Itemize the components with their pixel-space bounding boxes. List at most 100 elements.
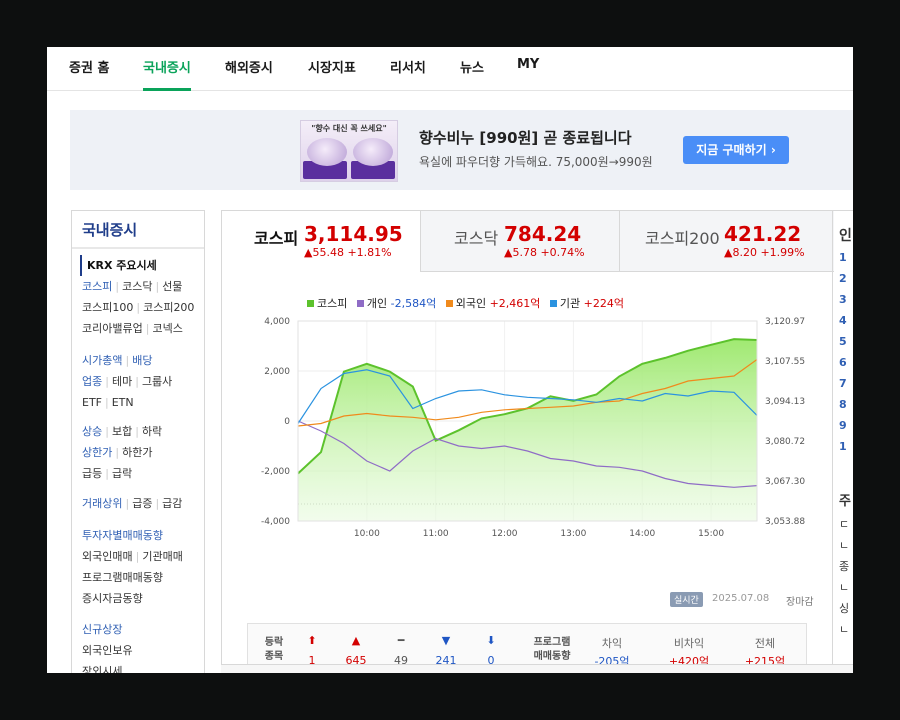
tab-kosdaq-value: 784.24 xyxy=(504,222,582,246)
sidebar-link-konex[interactable]: 코넥스 xyxy=(152,322,182,335)
breadth-label: 등락 종목 xyxy=(264,637,284,662)
right-column-head: 인 xyxy=(839,228,852,244)
nav-stock-home[interactable]: 증권 홈 xyxy=(69,57,109,91)
sidebar-link-market-cap[interactable]: 시가총액 xyxy=(82,354,122,367)
sidebar-link-foreign-holding[interactable]: 외국인보유 xyxy=(82,644,133,657)
sidebar-head-krx[interactable]: KRX 주요시세 xyxy=(80,255,194,276)
nav-market-indicators[interactable]: 시장지표 xyxy=(308,57,356,91)
sidebar-link-rise[interactable]: 상승 xyxy=(82,425,102,438)
legend-institution-value: +224억 xyxy=(583,297,625,310)
sidebar-link-kospi100[interactable]: 코스피100 xyxy=(82,301,133,314)
sidebar-link-kospi[interactable]: 코스피 xyxy=(82,280,112,293)
sidebar-link-kosdaq[interactable]: 코스닥 xyxy=(122,280,152,293)
ad-banner[interactable]: "향수 대신 꼭 쓰세요" 향수비누 [990원] 곧 종료됩니다 욕실에 파우… xyxy=(70,110,853,190)
tab-kosdaq[interactable]: 코스닥 784.24 ▲5.78 +0.74% xyxy=(420,211,619,272)
right-item-5[interactable]: 싱 xyxy=(839,600,849,616)
sidebar-link-kospi200[interactable]: 코스피200 xyxy=(143,301,194,314)
right-tick-label: 3,053.88 xyxy=(765,517,805,527)
sidebar-link-institution-trading[interactable]: 기관매매 xyxy=(142,550,182,563)
right-rank-1[interactable]: 1 xyxy=(839,251,847,264)
right-tick-label: 3,080.72 xyxy=(765,437,805,447)
right-rank-2[interactable]: 2 xyxy=(839,272,847,285)
program-total-head: 전체 xyxy=(754,637,776,650)
right-rank-3[interactable]: 3 xyxy=(839,293,847,306)
tab-kospi[interactable]: 코스피 3,114.95 ▲55.48 +1.81% xyxy=(222,211,420,272)
right-rank-10[interactable]: 1 xyxy=(839,440,847,453)
sidebar-link-surge[interactable]: 급등 xyxy=(82,467,102,480)
sidebar-link-korea-valueup[interactable]: 코리아밸류업 xyxy=(82,322,143,335)
tab-kospi200[interactable]: 코스피200 421.22 ▲8.20 +1.99% xyxy=(619,211,834,272)
flat-dash-icon: ━ xyxy=(397,634,405,647)
legend-foreign-value: +2,461억 xyxy=(489,297,541,310)
right-rank-4[interactable]: 4 xyxy=(839,314,847,327)
sidebar-link-etf[interactable]: ETF xyxy=(82,396,102,409)
right-item-1[interactable]: ㄷ xyxy=(839,516,849,532)
market-status: 장마감 xyxy=(786,597,814,608)
banner-title[interactable]: 향수비누 [990원] 곧 종료됩니다 xyxy=(419,127,632,148)
nav-overseas-market[interactable]: 해외증시 xyxy=(225,57,273,91)
right-item-3[interactable]: 종 xyxy=(839,558,849,574)
tab-kospi-name: 코스피 xyxy=(254,229,299,248)
nav-research[interactable]: 리서치 xyxy=(390,57,426,91)
sidebar-link-sector[interactable]: 업종 xyxy=(82,375,102,388)
soap-product-image[interactable]: "향수 대신 꼭 쓰세요" xyxy=(300,120,398,182)
sidebar-link-foreign-trading[interactable]: 외국인매매 xyxy=(82,550,133,563)
arbitrage-head: 차익 xyxy=(601,637,623,650)
sidebar-link-market-funds[interactable]: 증시자금동향 xyxy=(82,592,143,605)
banner-subtitle: 욕실에 파우더향 가득해요. 75,000원→990원 xyxy=(419,155,653,169)
nav-domestic-market[interactable]: 국내증시 xyxy=(143,57,191,91)
sidebar-link-otc-price[interactable]: 장외시세 xyxy=(82,665,122,673)
left-tick-label: -4,000 xyxy=(261,517,290,527)
right-rank-5[interactable]: 5 xyxy=(839,335,847,348)
sidebar-link-upper-limit[interactable]: 상한가 xyxy=(82,446,112,459)
soap-right xyxy=(353,138,393,166)
lower-limit-arrow-icon: ⬇ xyxy=(486,634,496,647)
nav-news[interactable]: 뉴스 xyxy=(460,57,484,91)
x-tick-label: 14:00 xyxy=(629,529,655,539)
sidebar-link-new-listing[interactable]: 신규상장 xyxy=(82,623,122,636)
sidebar-link-top-volume[interactable]: 거래상위 xyxy=(82,497,122,510)
intraday-chart[interactable]: 4,000 2,000 0 -2,000 -4,000 3,120.97 3,107.55 3… xyxy=(222,311,834,591)
sidebar-link-futures[interactable]: 선물 xyxy=(162,280,182,293)
non-arbitrage-head: 비차익 xyxy=(673,637,705,650)
sidebar-divider xyxy=(72,247,204,249)
right-rank-9[interactable]: 9 xyxy=(839,419,847,432)
tab-kospi-value: 3,114.95 xyxy=(304,222,403,246)
tab-kosdaq-name: 코스닥 xyxy=(454,229,499,248)
x-tick-label: 12:00 xyxy=(492,529,518,539)
right-section-head: 주 xyxy=(839,494,851,509)
sidebar-link-program-trading[interactable]: 프로그램매매동향 xyxy=(82,571,163,584)
right-rank-6[interactable]: 6 xyxy=(839,356,847,369)
sidebar-link-volume-drop[interactable]: 급감 xyxy=(162,497,182,510)
sidebar-link-investor-trading[interactable]: 투자자별매매동향 xyxy=(82,529,163,542)
sidebar-link-flat[interactable]: 보합 xyxy=(112,425,132,438)
right-item-4[interactable]: ㄴ xyxy=(839,579,849,595)
legend-individual-swatch xyxy=(356,300,364,307)
legend-foreign: 외국인 +2,461억 xyxy=(445,297,541,310)
legend-kospi: 코스피 xyxy=(307,297,347,310)
nav-my[interactable]: MY xyxy=(517,57,539,91)
chart-legend: 코스피 개인 -2,584억 외국인 +2,461억 기관 +224억 xyxy=(307,295,630,311)
right-item-6[interactable]: ㄴ xyxy=(839,621,849,637)
sidebar-title[interactable]: 국내증시 xyxy=(82,219,137,240)
sidebar-link-volume-surge[interactable]: 급증 xyxy=(132,497,152,510)
fall-arrow-icon: ▼ xyxy=(441,634,451,647)
right-item-2[interactable]: ㄴ xyxy=(839,537,849,553)
tab-kospi-change: ▲55.48 +1.81% xyxy=(304,246,392,259)
buy-now-button[interactable]: 지금 구매하기 › xyxy=(683,136,789,164)
sidebar-link-group[interactable]: 그룹사 xyxy=(142,375,172,388)
sidebar-link-plunge[interactable]: 급락 xyxy=(112,467,132,480)
right-rank-8[interactable]: 8 xyxy=(839,398,847,411)
sidebar-link-theme[interactable]: 테마 xyxy=(112,375,132,388)
x-tick-label: 10:00 xyxy=(354,529,380,539)
upper-limit-arrow-icon: ⬆ xyxy=(307,634,317,647)
rise-arrow-icon: ▲ xyxy=(351,634,361,647)
sidebar-link-etn[interactable]: ETN xyxy=(112,396,134,409)
x-tick-label: 13:00 xyxy=(560,529,586,539)
sidebar: 국내증시 KRX 주요시세 코스피 | 코스닥 | 선물 코스피100 | 코스피200 코… xyxy=(71,210,205,673)
top-navigation: 증권 홈 국내증시 해외증시 시장지표 리서치 뉴스 MY xyxy=(47,47,853,91)
sidebar-link-fall[interactable]: 하락 xyxy=(142,425,162,438)
sidebar-link-lower-limit[interactable]: 하한가 xyxy=(122,446,152,459)
sidebar-link-dividend[interactable]: 배당 xyxy=(132,354,152,367)
right-rank-7[interactable]: 7 xyxy=(839,377,847,390)
